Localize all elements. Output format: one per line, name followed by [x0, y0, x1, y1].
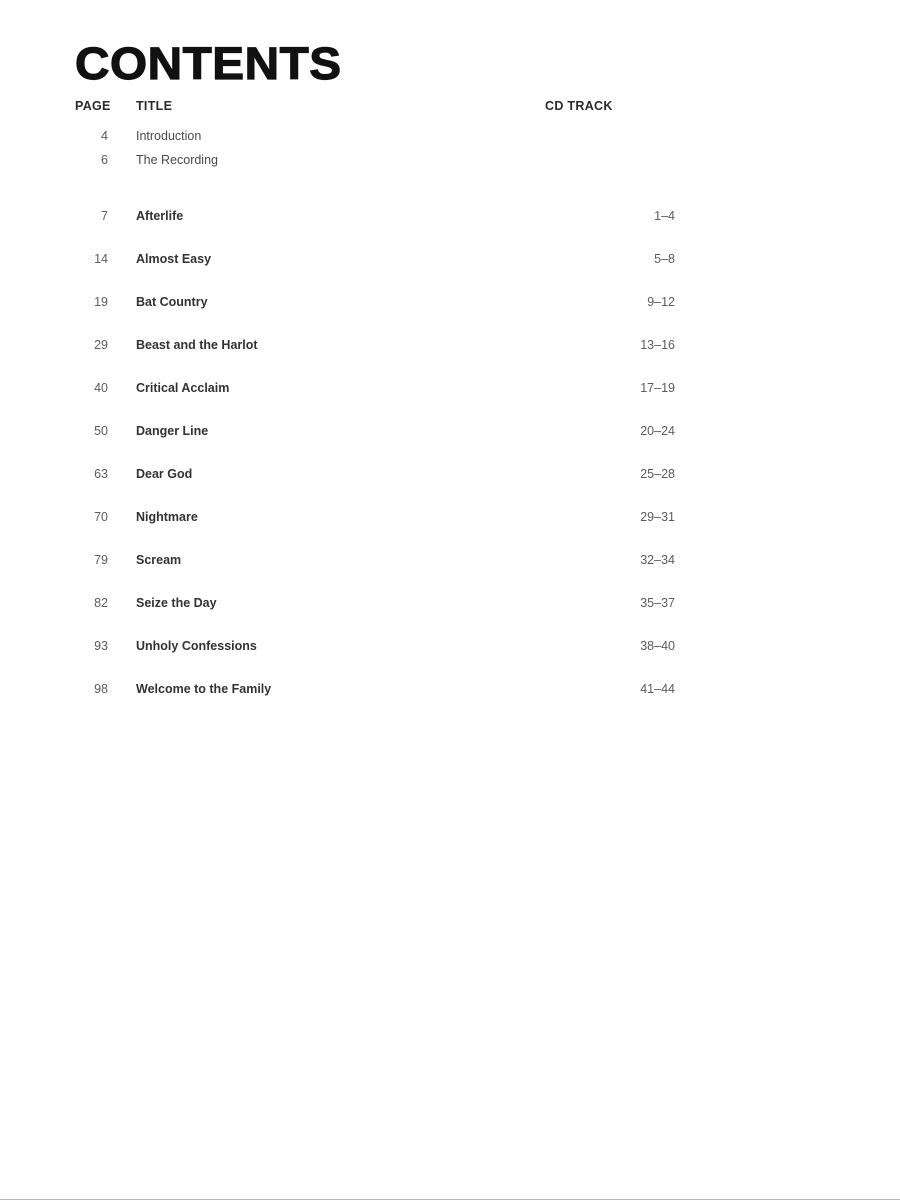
- song-entry-title: Nightmare: [136, 510, 198, 524]
- contents-block: CONTENTS PAGE TITLE CD TRACK 4 Introducti…: [74, 39, 675, 725]
- table-header-row: PAGE TITLE CD TRACK: [75, 99, 675, 113]
- contents-list: 4 Introduction 6 The Recording 7 Afterlife 1–…: [75, 129, 675, 725]
- table-row[interactable]: 82 Seize the Day 35–37: [75, 596, 675, 639]
- front-matter-entry-title: The Recording: [136, 153, 218, 167]
- table-row[interactable]: 79 Scream 32–34: [75, 553, 675, 596]
- song-entry-title: Almost Easy: [136, 252, 212, 266]
- page-title: CONTENTS: [74, 38, 342, 89]
- song-entry-page-number: 19: [94, 295, 108, 309]
- song-entry-title: Bat Country: [136, 295, 208, 309]
- table-row[interactable]: 29 Beast and the Harlot 13–16: [75, 338, 675, 381]
- song-entry-cd-track: 9–12: [647, 295, 675, 309]
- song-entry-cd-track: 32–34: [640, 553, 675, 567]
- table-row[interactable]: 40 Critical Acclaim 17–19: [75, 381, 675, 424]
- song-entry-cd-track: 17–19: [640, 381, 675, 395]
- song-entry-cd-track: 29–31: [640, 510, 675, 524]
- song-entry-page-number: 7: [101, 209, 108, 223]
- front-matter-entry-page-number: 6: [101, 153, 108, 167]
- table-row[interactable]: 4 Introduction: [75, 129, 675, 153]
- song-entry-title: Critical Acclaim: [136, 381, 230, 395]
- song-entry-page-number: 98: [94, 682, 108, 696]
- front-matter-group: 4 Introduction 6 The Recording: [75, 129, 675, 177]
- table-row[interactable]: 14 Almost Easy 5–8: [75, 252, 675, 295]
- document-page: CONTENTS PAGE TITLE CD TRACK 4 Introducti…: [0, 0, 900, 1200]
- column-header-title: TITLE: [136, 99, 173, 113]
- song-group: 7 Afterlife 1–4 14 Almost Easy 5–8 19 Bat Count…: [75, 209, 675, 725]
- column-header-page: PAGE: [75, 99, 111, 113]
- song-entry-title: Seize the Day: [136, 596, 217, 610]
- song-entry-page-number: 82: [94, 596, 108, 610]
- song-entry-cd-track: 20–24: [640, 424, 675, 438]
- table-row[interactable]: 98 Welcome to the Family 41–44: [75, 682, 675, 725]
- song-entry-cd-track: 35–37: [640, 596, 675, 610]
- song-entry-title: Welcome to the Family: [136, 682, 272, 696]
- song-entry-page-number: 93: [94, 639, 108, 653]
- song-entry-page-number: 50: [94, 424, 108, 438]
- song-entry-title: Dear God: [136, 467, 193, 481]
- song-entry-page-number: 63: [94, 467, 108, 481]
- table-row[interactable]: 93 Unholy Confessions 38–40: [75, 639, 675, 682]
- song-entry-cd-track: 25–28: [640, 467, 675, 481]
- song-entry-cd-track: 41–44: [640, 682, 675, 696]
- table-row[interactable]: 70 Nightmare 29–31: [75, 510, 675, 553]
- column-header-cd-track: CD TRACK: [545, 99, 613, 113]
- table-row[interactable]: 6 The Recording: [75, 153, 675, 177]
- front-matter-entry-title: Introduction: [136, 129, 202, 143]
- table-row[interactable]: 19 Bat Country 9–12: [75, 295, 675, 338]
- song-entry-page-number: 79: [94, 553, 108, 567]
- song-entry-title: Afterlife: [136, 209, 184, 223]
- song-entry-cd-track: 13–16: [640, 338, 675, 352]
- table-row[interactable]: 7 Afterlife 1–4: [75, 209, 675, 252]
- song-entry-title: Danger Line: [136, 424, 209, 438]
- song-entry-title: Unholy Confessions: [136, 639, 257, 653]
- table-row[interactable]: 63 Dear God 25–28: [75, 467, 675, 510]
- song-entry-page-number: 70: [94, 510, 108, 524]
- song-entry-cd-track: 5–8: [654, 252, 675, 266]
- song-entry-page-number: 14: [94, 252, 108, 266]
- song-entry-page-number: 29: [94, 338, 108, 352]
- song-entry-title: Beast and the Harlot: [136, 338, 258, 352]
- song-entry-page-number: 40: [94, 381, 108, 395]
- song-entry-title: Scream: [136, 553, 182, 567]
- table-row[interactable]: 50 Danger Line 20–24: [75, 424, 675, 467]
- front-matter-entry-page-number: 4: [101, 129, 108, 143]
- song-entry-cd-track: 1–4: [654, 209, 675, 223]
- song-entry-cd-track: 38–40: [640, 639, 675, 653]
